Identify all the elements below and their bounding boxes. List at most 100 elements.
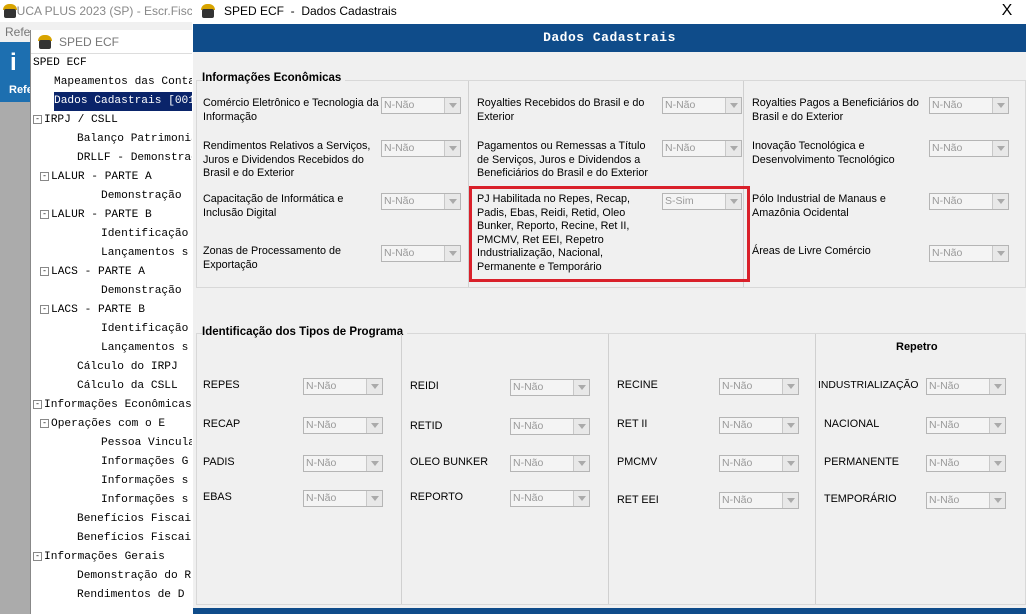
tree-node[interactable]: Lançamentos s xyxy=(101,244,188,263)
chevron-down-icon[interactable] xyxy=(444,194,460,209)
reporto-select[interactable]: N-Não xyxy=(510,490,590,507)
chevron-down-icon[interactable] xyxy=(573,491,589,506)
chevron-down-icon[interactable] xyxy=(444,98,460,113)
tree-node[interactable]: Informações s xyxy=(101,472,188,491)
collapse-icon[interactable]: - xyxy=(40,266,49,276)
collapse-icon[interactable]: - xyxy=(40,418,49,428)
tree-node[interactable]: Rendimentos de D xyxy=(77,586,184,605)
pagamentos-select[interactable]: N-Não xyxy=(662,140,742,157)
chevron-down-icon[interactable] xyxy=(782,456,798,471)
app-ribbon-button[interactable]: i Refe xyxy=(0,42,33,102)
tree-node[interactable]: Cálculo do IRPJ xyxy=(77,358,178,377)
recine-select[interactable]: N-Não xyxy=(719,378,799,395)
temporario-select[interactable]: N-Não xyxy=(926,492,1006,509)
collapse-icon[interactable]: - xyxy=(33,399,42,409)
chevron-down-icon[interactable] xyxy=(989,493,1005,508)
inovacao-select[interactable]: N-Não xyxy=(929,140,1009,157)
royalties-recebidos-select[interactable]: N-Não xyxy=(662,97,742,114)
tree-node-label: LACS - PARTE A xyxy=(51,266,145,278)
reidi-select[interactable]: N-Não xyxy=(510,379,590,396)
tree-node[interactable]: - LACS - PARTE B xyxy=(40,301,145,320)
tree-node[interactable]: Pessoa Vinculada xyxy=(101,434,192,453)
industrializacao-select[interactable]: N-Não xyxy=(926,378,1006,395)
collapse-icon[interactable]: - xyxy=(33,114,42,124)
chevron-down-icon[interactable] xyxy=(366,379,382,394)
pmcmv-select[interactable]: N-Não xyxy=(719,455,799,472)
permanente-select[interactable]: N-Não xyxy=(926,455,1006,472)
chevron-down-icon[interactable] xyxy=(992,246,1008,261)
padis-select[interactable]: N-Não xyxy=(303,455,383,472)
chevron-down-icon[interactable] xyxy=(992,141,1008,156)
collapse-icon[interactable]: - xyxy=(33,551,42,561)
chevron-down-icon[interactable] xyxy=(782,379,798,394)
chevron-down-icon[interactable] xyxy=(989,456,1005,471)
tree-node[interactable]: Demonstração xyxy=(101,187,182,206)
tree-node-label: Informações Econômicas xyxy=(44,399,192,411)
oleo-bunker-label: OLEO BUNKER xyxy=(410,456,488,468)
tree-node[interactable]: Balanço Patrimonial xyxy=(77,130,192,149)
close-icon[interactable]: X xyxy=(998,2,1016,20)
tree-node[interactable]: Identificação xyxy=(101,320,188,339)
collapse-icon[interactable]: - xyxy=(40,304,49,314)
tree-node[interactable]: Identificação xyxy=(101,225,188,244)
chevron-down-icon[interactable] xyxy=(366,491,382,506)
comercio-select[interactable]: N-Não xyxy=(381,97,461,114)
chevron-down-icon[interactable] xyxy=(725,141,741,156)
recap-select[interactable]: N-Não xyxy=(303,417,383,434)
ret-ii-select[interactable]: N-Não xyxy=(719,417,799,434)
tree-node[interactable]: - Operações com o E xyxy=(40,415,165,434)
tree-node[interactable]: Dados Cadastrais [0010] xyxy=(54,92,192,111)
tree-node[interactable]: SPED ECF xyxy=(33,54,87,73)
tree-node[interactable]: - LACS - PARTE A xyxy=(40,263,145,282)
chevron-down-icon[interactable] xyxy=(573,380,589,395)
chevron-down-icon[interactable] xyxy=(989,418,1005,433)
chevron-down-icon[interactable] xyxy=(366,456,382,471)
tree-node[interactable]: - LALUR - PARTE B xyxy=(40,206,152,225)
chevron-down-icon[interactable] xyxy=(444,141,460,156)
tree-node[interactable]: - Informações Gerais xyxy=(33,548,165,567)
collapse-icon[interactable]: - xyxy=(40,171,49,181)
chevron-down-icon[interactable] xyxy=(782,493,798,508)
collapse-icon[interactable]: - xyxy=(40,209,49,219)
capacitacao-select[interactable]: N-Não xyxy=(381,193,461,210)
tree-node[interactable]: DRLLF - Demonstração xyxy=(77,149,192,168)
chevron-down-icon[interactable] xyxy=(989,379,1005,394)
chevron-down-icon[interactable] xyxy=(992,98,1008,113)
tree-node[interactable]: Benefícios Fiscais xyxy=(77,529,192,548)
areas-select[interactable]: N-Não xyxy=(929,245,1009,262)
tree-node[interactable]: - IRPJ / CSLL xyxy=(33,111,118,130)
oleo-bunker-select[interactable]: N-Não xyxy=(510,455,590,472)
chevron-down-icon[interactable] xyxy=(444,246,460,261)
tree-node[interactable]: Mapeamentos das Contas xyxy=(54,73,192,92)
repes-select[interactable]: N-Não xyxy=(303,378,383,395)
chevron-down-icon[interactable] xyxy=(782,418,798,433)
tree-node[interactable]: - LALUR - PARTE A xyxy=(40,168,152,187)
repetro-header: Repetro xyxy=(896,341,938,353)
chevron-down-icon[interactable] xyxy=(573,419,589,434)
zonas-label: Zonas de Processamento de Exportação xyxy=(203,245,342,271)
tree-node[interactable]: - Informações Econômicas xyxy=(33,396,192,415)
pj-habilitada-select[interactable]: S-Sim xyxy=(662,193,742,210)
tree-node[interactable]: Benefícios Fiscais xyxy=(77,510,192,529)
tree-node[interactable]: Lançamentos s xyxy=(101,339,188,358)
tree-node[interactable]: Informações G xyxy=(101,453,188,472)
tree-node[interactable]: Informações s xyxy=(101,491,188,510)
tree-node[interactable]: Cálculo da CSLL xyxy=(77,377,178,396)
chevron-down-icon[interactable] xyxy=(366,418,382,433)
polo-select[interactable]: N-Não xyxy=(929,193,1009,210)
ret-eei-select[interactable]: N-Não xyxy=(719,492,799,509)
rendimentos-select[interactable]: N-Não xyxy=(381,140,461,157)
zonas-select[interactable]: N-Não xyxy=(381,245,461,262)
tree-node[interactable]: Demonstração do R xyxy=(77,567,191,586)
retid-select[interactable]: N-Não xyxy=(510,418,590,435)
nacional-select[interactable]: N-Não xyxy=(926,417,1006,434)
chevron-down-icon[interactable] xyxy=(992,194,1008,209)
chevron-down-icon[interactable] xyxy=(573,456,589,471)
tree-node[interactable]: Demonstração xyxy=(101,282,182,301)
ebas-select[interactable]: N-Não xyxy=(303,490,383,507)
app-menu-item[interactable]: Refe xyxy=(0,22,30,42)
royalties-pagos-select[interactable]: N-Não xyxy=(929,97,1009,114)
chevron-down-icon[interactable] xyxy=(725,194,741,209)
chevron-down-icon[interactable] xyxy=(725,98,741,113)
rendimentos-label: Rendimentos Relativos a Serviços, Juros … xyxy=(203,140,371,179)
